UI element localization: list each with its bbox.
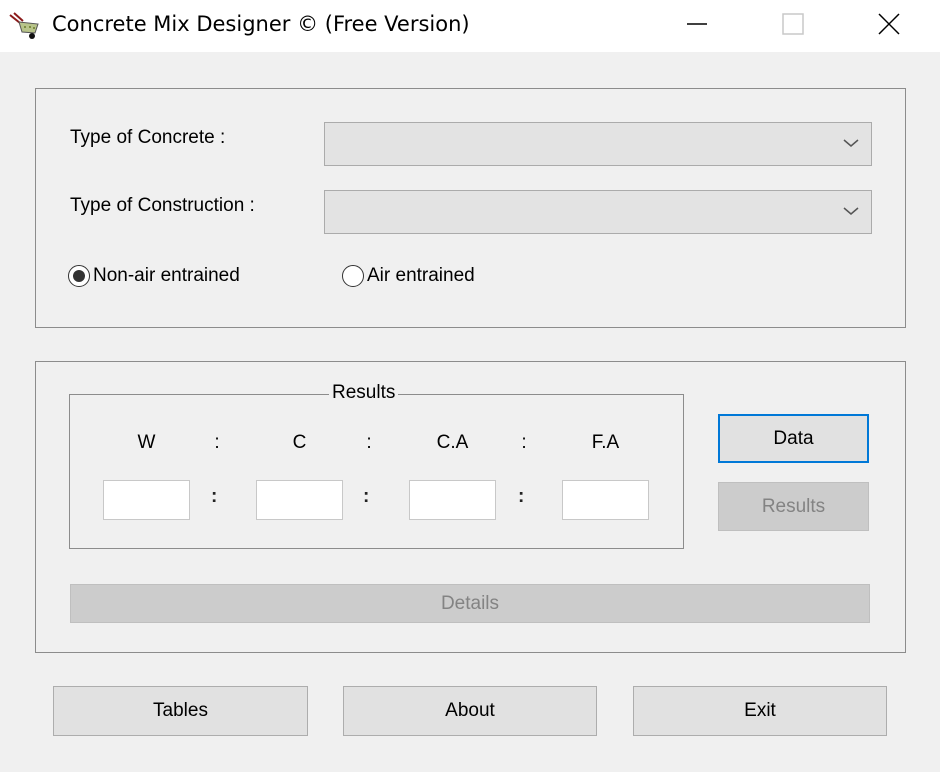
minimize-icon xyxy=(685,12,709,41)
data-button[interactable]: Data xyxy=(718,414,869,463)
exit-button[interactable]: Exit xyxy=(633,686,887,736)
chevron-down-icon xyxy=(843,135,859,153)
water-ratio-field[interactable] xyxy=(103,480,190,520)
results-groupbox xyxy=(69,394,684,549)
non-air-entrained-radio[interactable]: Non-air entrained xyxy=(68,265,240,287)
about-button[interactable]: About xyxy=(343,686,597,736)
header-fine-aggregate: F.A xyxy=(591,432,620,453)
minimize-button[interactable] xyxy=(662,0,732,52)
ratio-separator: : xyxy=(518,486,525,507)
radio-unselected-icon xyxy=(342,265,364,287)
header-separator: : xyxy=(214,432,220,453)
construction-type-select[interactable] xyxy=(324,190,872,234)
results-legend: Results xyxy=(329,382,399,404)
tables-button[interactable]: Tables xyxy=(53,686,308,736)
header-separator: : xyxy=(366,432,372,453)
maximize-button[interactable] xyxy=(758,0,828,52)
header-water: W xyxy=(137,432,156,453)
title-bar: Concrete Mix Designer © (Free Version) xyxy=(0,0,940,52)
construction-type-label: Type of Construction : xyxy=(70,195,255,216)
results-button[interactable]: Results xyxy=(718,482,869,531)
radio-selected-icon xyxy=(68,265,90,287)
ratio-separator: : xyxy=(211,486,218,507)
concrete-type-select[interactable] xyxy=(324,122,872,166)
header-separator: : xyxy=(521,432,527,453)
header-coarse-aggregate: C.A xyxy=(436,432,469,453)
concrete-type-label: Type of Concrete : xyxy=(70,127,226,148)
air-entrained-radio[interactable]: Air entrained xyxy=(342,265,475,287)
wheelbarrow-icon xyxy=(8,12,44,40)
close-button[interactable] xyxy=(854,0,924,52)
header-cement: C xyxy=(292,432,307,453)
ratio-separator: : xyxy=(363,486,370,507)
close-icon xyxy=(877,12,901,41)
air-entrained-label: Air entrained xyxy=(367,265,475,286)
non-air-entrained-label: Non-air entrained xyxy=(93,265,240,286)
coarse-aggregate-ratio-field[interactable] xyxy=(409,480,496,520)
maximize-icon xyxy=(781,12,805,41)
chevron-down-icon xyxy=(843,203,859,221)
window-title: Concrete Mix Designer © (Free Version) xyxy=(52,12,470,36)
fine-aggregate-ratio-field[interactable] xyxy=(562,480,649,520)
details-button[interactable]: Details xyxy=(70,584,870,623)
cement-ratio-field[interactable] xyxy=(256,480,343,520)
